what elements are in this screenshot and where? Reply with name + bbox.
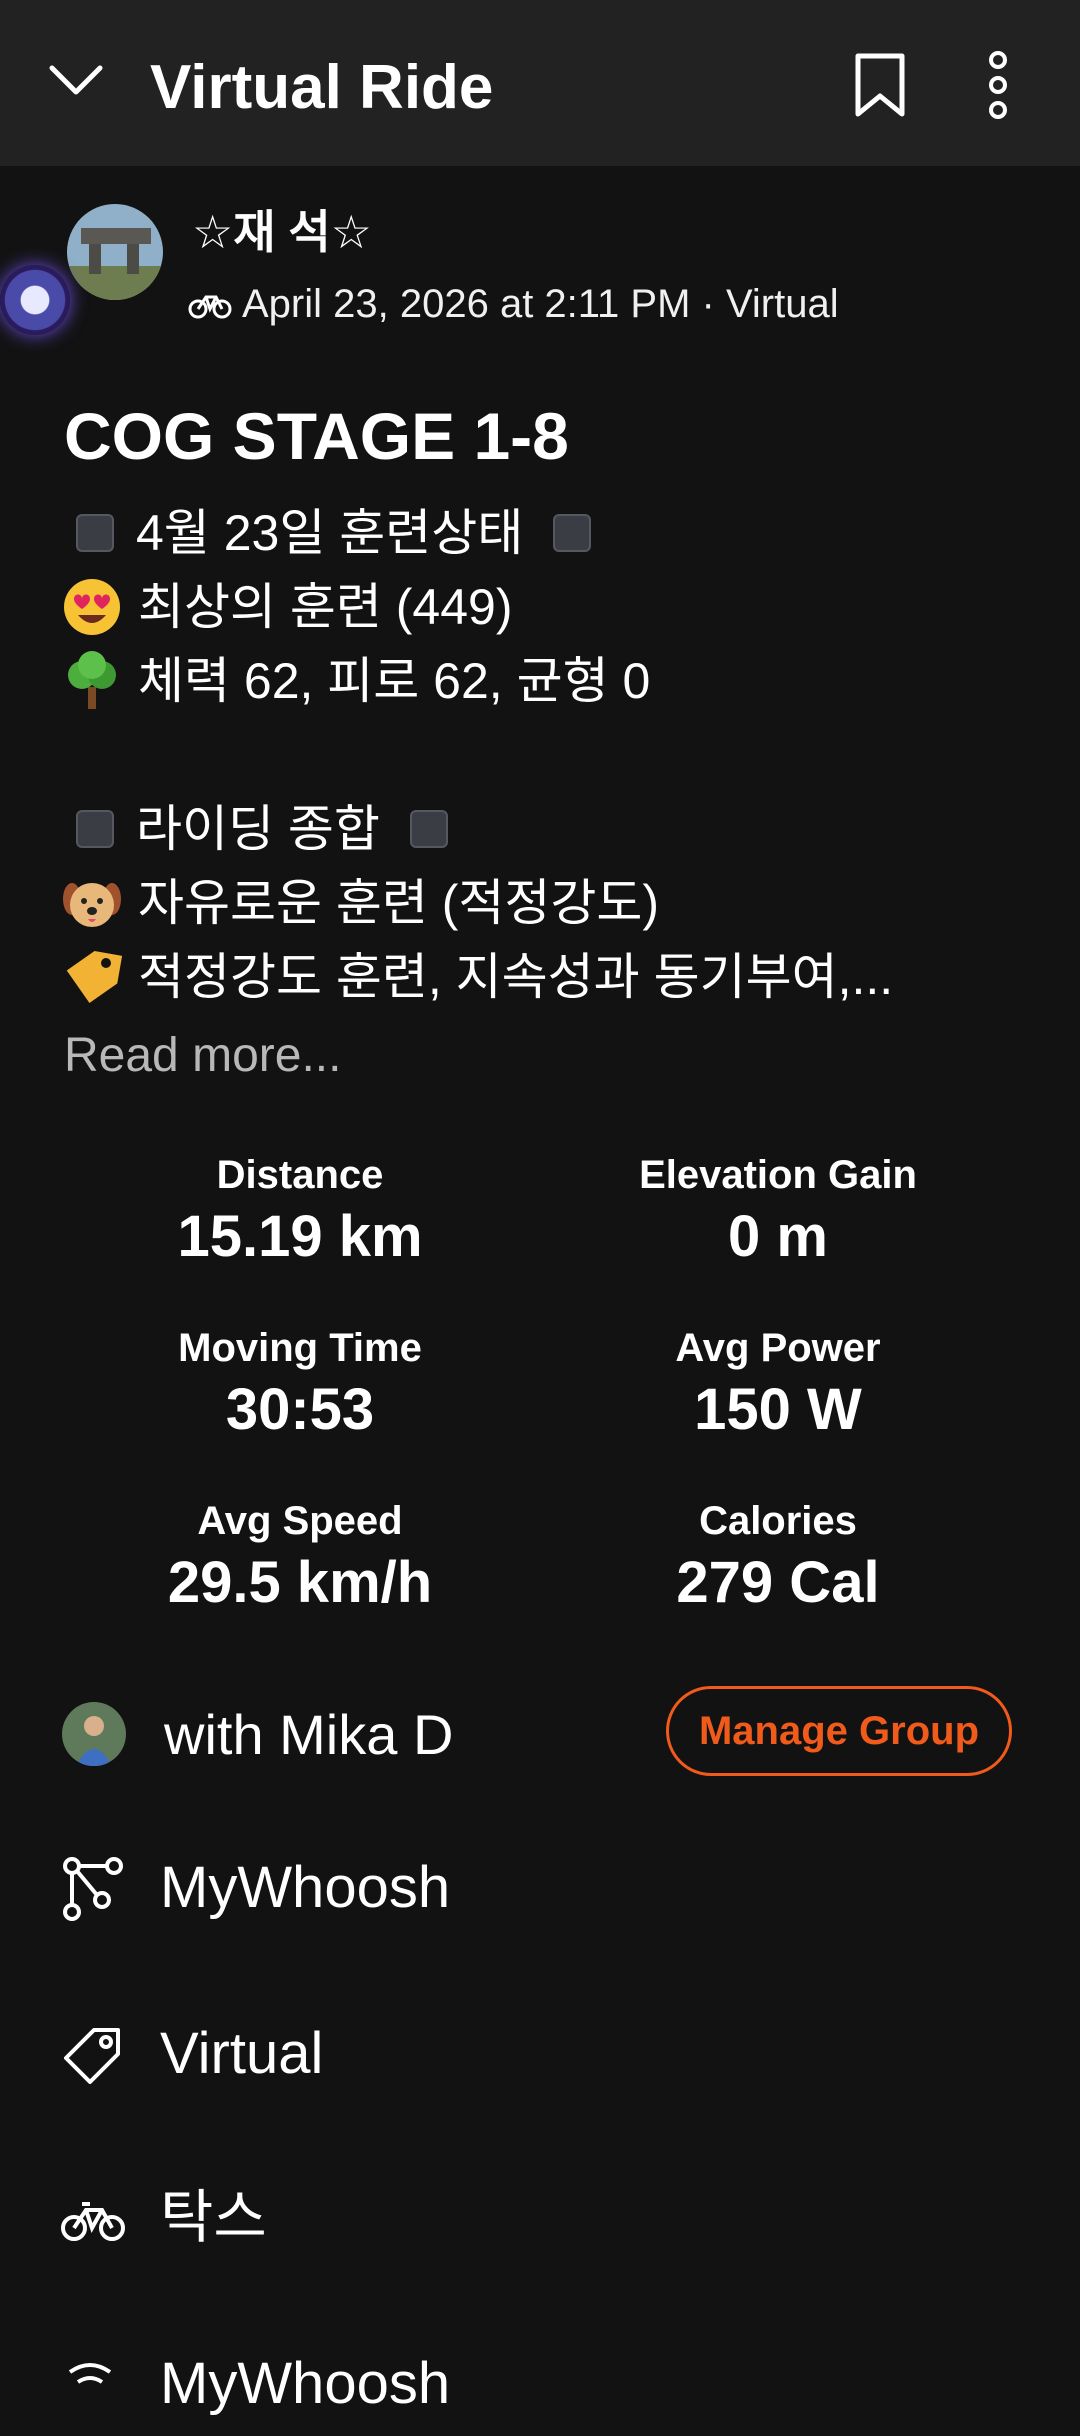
list-item-label: Virtual <box>160 2021 324 2086</box>
stat-value: 15.19 km <box>177 1204 423 1269</box>
description-line: 체력 62, 피로 62, 균형 0 <box>60 644 1020 718</box>
description-line: 적정강도 훈련, 지속성과 동기부여,... <box>60 940 1020 1014</box>
stat-value: 29.5 km/h <box>167 1550 433 1615</box>
list-item-mywhoosh[interactable]: MyWhoosh <box>0 1830 1080 1940</box>
dog-emoji-icon <box>63 883 121 927</box>
bike-icon <box>188 295 232 319</box>
description-line: 4월 23일 훈련상태 <box>60 496 1020 570</box>
stat-avg-speed: Avg Speed 29.5 km/h <box>60 1496 540 1620</box>
read-more-link[interactable]: Read more... <box>64 1024 341 1088</box>
stat-label: Avg Speed <box>197 1499 403 1543</box>
tag-emoji-icon <box>66 951 123 1003</box>
stat-value: 150 W <box>694 1377 862 1442</box>
group-member-avatar[interactable] <box>62 1702 126 1766</box>
more-vertical-icon[interactable] <box>978 50 1018 120</box>
avatar-image <box>67 204 163 300</box>
list-item-device[interactable]: MyWhoosh <box>0 2326 1080 2436</box>
floating-bubble[interactable] <box>0 265 70 335</box>
square-icon <box>76 810 114 848</box>
manage-group-button[interactable]: Manage Group <box>666 1686 1012 1776</box>
stat-value: 279 Cal <box>676 1550 880 1615</box>
stat-avg-power: Avg Power 150 W <box>538 1323 1018 1447</box>
list-item-label: MyWhoosh <box>160 1855 451 1920</box>
group-with-text[interactable]: with Mika D <box>164 1700 453 1770</box>
description-text: 자유로운 훈련 (적정강도) <box>138 875 660 931</box>
athlete-avatar[interactable] <box>67 204 163 300</box>
avatar-image <box>62 1702 126 1766</box>
stat-value: 30:53 <box>225 1377 375 1442</box>
description-text: 체력 62, 피로 62, 균형 0 <box>138 653 651 709</box>
description-text: 4월 23일 훈련상태 <box>136 505 524 561</box>
activity-date-type: April 23, 2026 at 2:11 PM · Virtual <box>242 282 839 326</box>
stat-label: Moving Time <box>178 1326 422 1370</box>
stat-label: Elevation Gain <box>639 1153 917 1197</box>
stat-moving-time: Moving Time 30:53 <box>60 1323 540 1447</box>
list-item-virtual[interactable]: Virtual <box>0 1996 1080 2106</box>
activity-title: COG STAGE 1-8 <box>64 399 569 473</box>
square-icon <box>76 514 114 552</box>
description-text: 적정강도 훈련, 지속성과 동기부여,... <box>138 949 894 1005</box>
stat-label: Avg Power <box>675 1326 881 1370</box>
stat-distance: Distance 15.19 km <box>60 1150 540 1274</box>
device-icon <box>68 2363 112 2384</box>
athlete-name[interactable]: ☆재 석☆ <box>192 204 372 260</box>
stat-elevation-gain: Elevation Gain 0 m <box>538 1150 1018 1274</box>
tag-icon <box>64 2028 120 2084</box>
activity-description: 4월 23일 훈련상태 최상의 훈련 (449) 체력 62, 피로 62, 균… <box>60 496 1020 1014</box>
square-icon <box>553 514 592 552</box>
list-item-bike[interactable]: 탁스 <box>0 2160 1080 2270</box>
tree-emoji-icon <box>68 651 116 709</box>
bike-icon <box>61 2202 125 2241</box>
activity-meta: April 23, 2026 at 2:11 PM · Virtual <box>188 278 839 330</box>
description-line: 자유로운 훈련 (적정강도) <box>60 866 1020 940</box>
route-icon <box>63 1857 123 1921</box>
description-line: 라이딩 종합 <box>60 792 1020 866</box>
list-item-label: MyWhoosh <box>160 2351 451 2416</box>
page-title: Virtual Ride <box>150 53 494 122</box>
square-icon <box>409 810 448 848</box>
description-text: 라이딩 종합 <box>136 801 380 857</box>
chevron-down-icon[interactable] <box>44 50 108 114</box>
stat-calories: Calories 279 Cal <box>538 1496 1018 1620</box>
group-row: with Mika D Manage Group <box>0 1684 1080 1788</box>
list-item-label: 탁스 <box>160 2185 267 2250</box>
description-text: 최상의 훈련 (449) <box>138 579 513 635</box>
bookmark-icon[interactable] <box>848 50 912 120</box>
stat-label: Calories <box>699 1499 857 1543</box>
description-line: 최상의 훈련 (449) <box>60 570 1020 644</box>
stat-label: Distance <box>216 1153 384 1197</box>
app-bar: Virtual Ride <box>0 0 1080 166</box>
heart-eyes-emoji-icon <box>64 579 120 635</box>
stat-value: 0 m <box>728 1204 828 1269</box>
